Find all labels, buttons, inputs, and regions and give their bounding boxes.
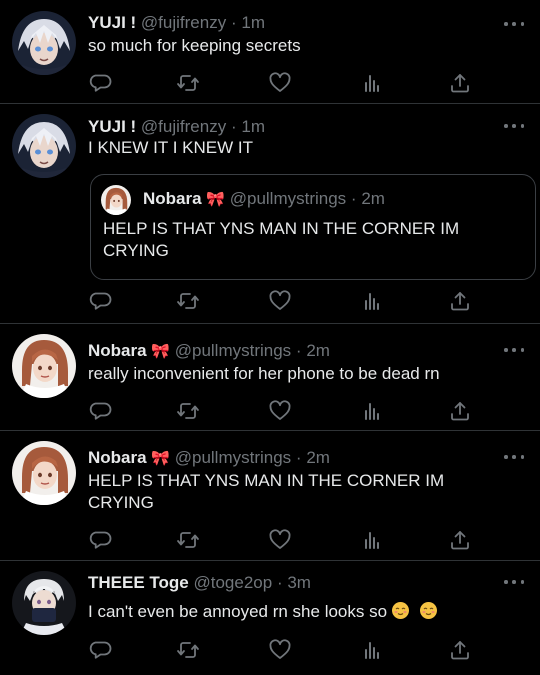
tweet-text: I can't even be annoyed rn she looks so [88,601,520,623]
gojo-avatar-image [12,114,76,178]
tweet-text: I KNEW IT I KNEW IT [88,138,253,157]
quote-text: HELP IS THAT YNS MAN IN THE CORNER IM CR… [103,219,460,260]
like-icon[interactable] [268,71,292,95]
separator-dot: · [230,117,237,136]
more-icon[interactable] [504,345,524,355]
avatar[interactable] [12,114,76,178]
views-icon[interactable] [360,528,384,552]
tweet[interactable]: YUJI ! @fujifrenzy · 1m I KNEW IT I KNEW… [0,104,540,324]
user-handle[interactable]: @pullmystrings [230,189,346,208]
action-bar [88,289,472,313]
reply-icon[interactable] [88,289,112,313]
tweet[interactable]: YUJI ! @fujifrenzy · 1m so much for keep… [0,0,540,104]
action-bar [88,638,472,662]
retweet-icon[interactable] [176,638,200,662]
gojo-avatar-image [12,11,76,75]
timestamp[interactable]: 2m [361,189,385,208]
more-icon[interactable] [504,121,524,131]
separator-dot: · [295,341,302,360]
avatar[interactable] [12,334,76,398]
share-icon[interactable] [448,71,472,95]
separator-dot: · [276,573,283,592]
avatar[interactable] [12,571,76,635]
action-bar [88,399,472,423]
like-icon[interactable] [268,528,292,552]
user-handle[interactable]: @pullmystrings [175,341,291,360]
relieved-face-emoji [419,602,437,619]
like-icon[interactable] [268,399,292,423]
retweet-icon[interactable] [176,289,200,313]
share-icon[interactable] [448,399,472,423]
reply-icon[interactable] [88,71,112,95]
display-name[interactable]: Nobara [88,448,147,467]
views-icon[interactable] [360,638,384,662]
tweet-text-body: I can't even be annoyed rn she looks so [88,602,388,621]
tweet[interactable]: Nobara 🎀 @pullmystrings · 2m really inco… [0,324,540,431]
share-icon[interactable] [448,528,472,552]
timestamp[interactable]: 2m [306,341,330,360]
share-icon[interactable] [448,289,472,313]
ribbon-emoji: 🎀 [151,343,170,360]
tweet-text: HELP IS THAT YNS MAN IN THE CORNER IM CR… [88,471,445,512]
ribbon-emoji: 🎀 [206,191,225,208]
more-icon[interactable] [504,577,524,587]
views-icon[interactable] [360,289,384,313]
nobara-avatar-image [12,334,76,398]
display-name[interactable]: YUJI ! [88,13,136,32]
avatar[interactable] [12,441,76,505]
separator-dot: · [230,13,237,32]
user-handle[interactable]: @pullmystrings [175,448,291,467]
user-handle[interactable]: @fujifrenzy [141,117,226,136]
tweet-header: YUJI ! @fujifrenzy · 1m [88,12,500,34]
relieved-face-emoji [391,602,409,619]
quote-tweet[interactable]: Nobara 🎀 @pullmystrings · 2m HELP IS THA… [90,174,536,280]
tweet[interactable]: Nobara 🎀 @pullmystrings · 2m HELP IS THA… [0,431,540,561]
nobara-avatar-image [101,185,131,215]
action-bar [88,71,472,95]
retweet-icon[interactable] [176,399,200,423]
ribbon-emoji: 🎀 [151,450,170,467]
views-icon[interactable] [360,71,384,95]
retweet-icon[interactable] [176,528,200,552]
tweet-text: really inconvenient for her phone to be … [88,364,440,383]
display-name[interactable]: Nobara [88,341,147,360]
user-handle[interactable]: @toge2op [193,573,272,592]
action-bar [88,528,472,552]
display-name[interactable]: THEEE Toge [88,573,189,592]
tweet-header: Nobara 🎀 @pullmystrings · 2m [88,340,500,363]
nobara-avatar-image [12,441,76,505]
tweet[interactable]: THEEE Toge @toge2op · 3m I can't even be… [0,561,540,675]
separator-dot: · [350,189,357,208]
retweet-icon[interactable] [176,71,200,95]
user-handle[interactable]: @fujifrenzy [141,13,226,32]
toge-avatar-image [12,571,76,635]
tweet-header: Nobara 🎀 @pullmystrings · 2m [88,447,500,470]
quote-avatar[interactable] [101,185,131,215]
separator-dot: · [295,448,302,467]
avatar[interactable] [12,11,76,75]
timestamp[interactable]: 1m [241,117,265,136]
timestamp[interactable]: 3m [287,573,311,592]
like-icon[interactable] [268,638,292,662]
quote-header: Nobara 🎀 @pullmystrings · 2m [143,188,385,211]
display-name[interactable]: YUJI ! [88,117,136,136]
like-icon[interactable] [268,289,292,313]
tweet-header: YUJI ! @fujifrenzy · 1m [88,116,500,138]
more-icon[interactable] [504,19,524,29]
views-icon[interactable] [360,399,384,423]
reply-icon[interactable] [88,528,112,552]
share-icon[interactable] [448,638,472,662]
display-name[interactable]: Nobara [143,189,202,208]
tweet-header: THEEE Toge @toge2op · 3m [88,572,500,594]
reply-icon[interactable] [88,399,112,423]
timestamp[interactable]: 2m [306,448,330,467]
reply-icon[interactable] [88,638,112,662]
timestamp[interactable]: 1m [241,13,265,32]
more-icon[interactable] [504,452,524,462]
tweet-text: so much for keeping secrets [88,36,301,55]
